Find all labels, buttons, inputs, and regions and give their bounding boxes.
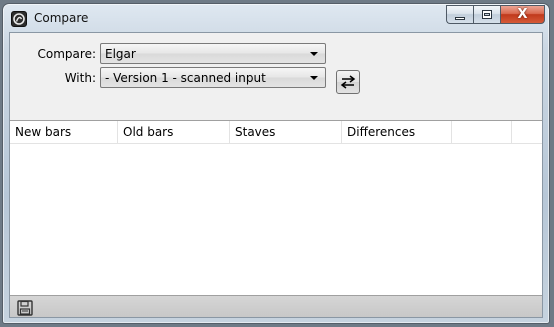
dialog-body: Compare: Elgar With: - Version 1 - scann… (9, 32, 543, 318)
column-header-differences[interactable]: Differences (342, 121, 452, 143)
with-dropdown-value: - Version 1 - scanned input (105, 71, 266, 85)
chevron-down-icon (310, 52, 318, 56)
compare-window: Compare X Compare: Elgar With: - Version… (2, 3, 550, 324)
with-dropdown[interactable]: - Version 1 - scanned input (100, 67, 326, 88)
chevron-down-icon (310, 76, 318, 80)
column-header-staves[interactable]: Staves (230, 121, 342, 143)
column-header-new-bars[interactable]: New bars (10, 121, 118, 143)
app-logo-icon[interactable] (11, 11, 27, 27)
window-title: Compare (34, 11, 89, 25)
table-header: New bars Old bars Staves Differences (10, 121, 542, 144)
minimize-icon (455, 17, 465, 20)
maximize-button[interactable] (473, 5, 500, 24)
close-icon: X (517, 7, 528, 22)
column-header-blank[interactable] (452, 121, 512, 143)
close-button[interactable]: X (500, 5, 545, 24)
compare-dropdown[interactable]: Elgar (100, 43, 326, 64)
caption-buttons: X (446, 5, 545, 25)
compare-label: Compare: (37, 47, 96, 61)
compare-dropdown-value: Elgar (105, 47, 136, 61)
maximize-icon (482, 10, 492, 19)
with-label: With: (64, 71, 96, 85)
swap-arrows-icon (340, 75, 356, 89)
column-header-old-bars[interactable]: Old bars (118, 121, 230, 143)
differences-table[interactable]: New bars Old bars Staves Differences (10, 120, 542, 296)
save-disk-icon[interactable] (17, 300, 33, 316)
swap-button[interactable] (336, 70, 360, 94)
minimize-button[interactable] (446, 5, 473, 24)
title-bar[interactable]: Compare X (3, 4, 549, 32)
status-bar (10, 296, 542, 317)
